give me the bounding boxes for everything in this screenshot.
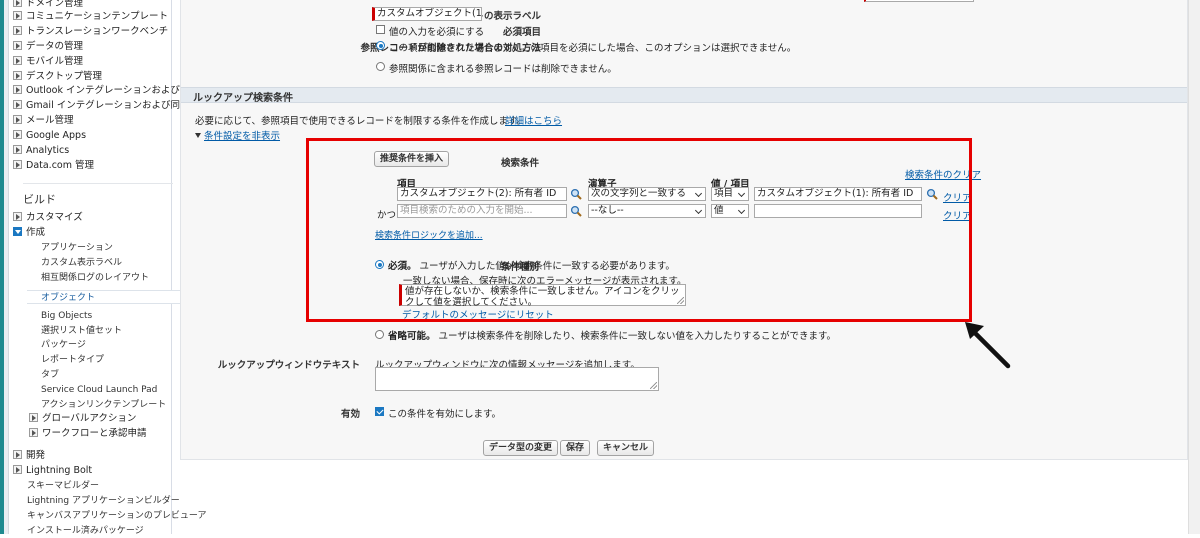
sidebar-sub-objects[interactable]: オブジェクト xyxy=(27,290,181,304)
expand-icon[interactable] xyxy=(13,56,22,65)
page-scrollbar[interactable] xyxy=(1188,0,1200,534)
sidebar-sub-launch-pad[interactable]: Service Cloud Launch Pad xyxy=(41,383,157,397)
lookup-section-header: ルックアップ検索条件 xyxy=(181,87,1187,104)
sidebar-item-outlook[interactable]: Outlook インテグレーションおよび同期 xyxy=(13,84,199,98)
on-delete-clear-text: この項目の値をクリアします。この項目を必須にした場合、このオプションは選択できま… xyxy=(389,43,797,54)
highlight-box xyxy=(306,138,972,322)
sidebar-item-customize[interactable]: カスタマイズ xyxy=(13,211,83,225)
on-delete-clear-radio[interactable] xyxy=(376,41,385,50)
sidebar-item-installed-packages[interactable]: インストール済みパッケージ xyxy=(27,524,144,538)
sidebar-item-analytics[interactable]: Analytics xyxy=(13,144,69,158)
lookup-description: 必要に応じて、参照項目で使用できるレコードを制限する条件を作成します。 xyxy=(195,116,526,127)
sidebar-section-build: ビルド xyxy=(23,193,56,206)
expand-icon[interactable] xyxy=(13,130,22,139)
sidebar-sub-apps[interactable]: アプリケーション xyxy=(41,241,113,255)
lookup-section-title: ルックアップ検索条件 xyxy=(193,93,293,104)
collapse-icon[interactable] xyxy=(13,227,22,236)
expand-icon[interactable] xyxy=(13,100,22,109)
related-list-input[interactable]: カスタムオブジェクト(1) xyxy=(372,7,482,21)
on-delete-restrict-radio[interactable] xyxy=(376,62,385,71)
change-data-type-button[interactable]: データ型の変更 xyxy=(483,440,559,456)
on-delete-restrict-text: 参照関係に含まれる参照レコードは削除できません。 xyxy=(389,64,617,75)
sidebar-item-create[interactable]: 作成 xyxy=(13,226,45,240)
sidebar-sub-action-link-templates[interactable]: アクションリンクテンプレート xyxy=(41,398,166,412)
sidebar-item-translation[interactable]: トランスレーションワークベンチ xyxy=(13,25,168,39)
annotation-arrow-icon xyxy=(965,322,1011,369)
expand-icon[interactable] xyxy=(13,212,22,221)
sidebar-item-app-builder[interactable]: Lightning アプリケーションビルダー xyxy=(27,494,180,508)
sidebar-item-schema-builder[interactable]: スキーマビルダー xyxy=(27,479,99,493)
sidebar-item-canvas-previewer[interactable]: キャンバスアプリケーションのプレビューア xyxy=(27,509,206,523)
expand-icon[interactable] xyxy=(13,11,22,20)
sidebar-item-datacom[interactable]: Data.com 管理 xyxy=(13,159,94,173)
required-checkbox-text: 値の入力を必須にする xyxy=(389,27,485,38)
cancel-button[interactable]: キャンセル xyxy=(597,440,655,456)
sidebar-item-workflow[interactable]: ワークフローと承認申請 xyxy=(29,427,147,441)
sidebar-sub-custom-labels[interactable]: カスタム表示ラベル xyxy=(41,256,122,270)
filter-type-optional-text: 省略可能。 ユーザは検索条件を削除したり、検索条件に一致しない値を入力したりする… xyxy=(388,331,837,342)
required-field-label: 必須項目 xyxy=(502,27,541,38)
sidebar-sub-report-types[interactable]: レポートタイプ xyxy=(41,353,104,367)
top-right-input-edge[interactable] xyxy=(864,0,974,2)
app-accent-bar xyxy=(0,0,4,534)
active-label: 有効 xyxy=(340,409,360,420)
triangle-down-icon xyxy=(195,133,201,138)
expand-icon[interactable] xyxy=(13,115,22,124)
expand-icon[interactable] xyxy=(29,428,38,437)
sidebar-item-data-mgmt[interactable]: データの管理 xyxy=(13,40,83,54)
active-checkbox[interactable] xyxy=(375,407,384,416)
save-button[interactable]: 保存 xyxy=(560,440,591,456)
expand-icon[interactable] xyxy=(13,160,22,169)
sidebar-item-google-apps[interactable]: Google Apps xyxy=(13,129,86,143)
lookup-window-text-label: ルックアップウィンドウテキスト xyxy=(217,360,360,371)
filter-type-optional-radio[interactable] xyxy=(375,330,384,339)
sidebar-item-global-actions[interactable]: グローバルアクション xyxy=(29,412,136,426)
hide-filter-toggle[interactable]: 条件設定を非表示 xyxy=(195,128,280,142)
expand-icon[interactable] xyxy=(13,450,22,459)
sidebar-item-mobile[interactable]: モバイル管理 xyxy=(13,55,83,69)
details-link[interactable]: 詳細はこちら xyxy=(505,113,562,127)
sidebar-sub-tabs[interactable]: タブ xyxy=(41,368,59,382)
setup-sidebar: ドメイン管理 コミュニケーションテンプレート トランスレーションワークベンチ デ… xyxy=(9,0,206,536)
expand-icon[interactable] xyxy=(13,0,22,7)
sidebar-item-lightning-bolt[interactable]: Lightning Bolt xyxy=(13,464,92,478)
sidebar-sub-picklist-sets[interactable]: 選択リスト値セット xyxy=(41,324,122,338)
expand-icon[interactable] xyxy=(13,465,22,474)
lookup-window-textarea[interactable] xyxy=(375,367,659,391)
expand-icon[interactable] xyxy=(13,85,22,94)
sidebar-item-desktop[interactable]: デスクトップ管理 xyxy=(13,70,102,84)
sidebar-sub-packages[interactable]: パッケージ xyxy=(41,338,86,352)
expand-icon[interactable] xyxy=(13,41,22,50)
expand-icon[interactable] xyxy=(13,145,22,154)
sidebar-sub-big-objects[interactable]: Big Objects xyxy=(41,309,92,323)
sidebar-item-develop[interactable]: 開発 xyxy=(13,449,45,463)
resize-grip-icon[interactable] xyxy=(650,382,657,389)
expand-icon[interactable] xyxy=(29,413,38,422)
sidebar-divider xyxy=(23,183,173,184)
sidebar-item-email[interactable]: メール管理 xyxy=(13,114,74,128)
sidebar-item-comm-templates[interactable]: コミュニケーションテンプレート xyxy=(13,10,168,24)
expand-icon[interactable] xyxy=(13,26,22,35)
required-checkbox[interactable] xyxy=(376,25,385,34)
sidebar-sub-interaction-log[interactable]: 相互関係ログのレイアウト xyxy=(41,271,149,285)
active-checkbox-text: この条件を有効にします。 xyxy=(388,409,502,420)
expand-icon[interactable] xyxy=(13,71,22,80)
sidebar-item-gmail[interactable]: Gmail インテグレーションおよび同期 xyxy=(13,99,190,113)
